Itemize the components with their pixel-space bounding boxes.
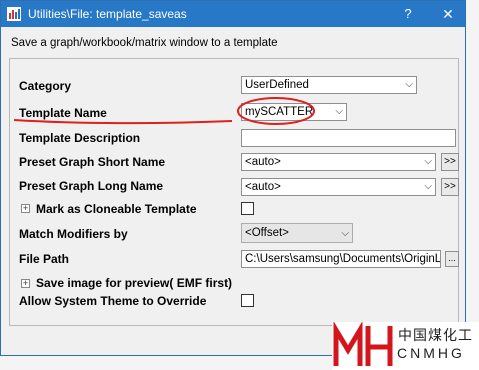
dialog-description: Save a graph/workbook/matrix window to a… [11,37,278,49]
window-title: Utilities\File: template_saveas [28,7,187,21]
cloneable-expand-icon[interactable]: + [21,204,30,213]
allow-theme-label: Allow System Theme to Override [19,294,207,308]
watermark-en-text: CNMHG [397,345,465,361]
browse-button[interactable]: ... [445,251,459,267]
file-path-label: File Path [19,252,70,266]
chevron-down-icon: ⌵ [405,79,413,90]
template-name-value: mySCATTER [245,106,314,118]
match-modifiers-select[interactable]: <Offset> ⌵ [241,223,353,243]
save-image-label: Save image for preview( EMF first) [36,276,233,290]
close-button[interactable]: ✕ [439,5,457,23]
preset-long-name-combo[interactable]: <auto> ⌵ [241,178,436,196]
chevron-down-icon: ⌵ [335,106,343,117]
chevron-down-icon: ⌵ [424,181,432,192]
dialog-window: Utilities\File: template_saveas ? ✕ Save… [0,0,466,356]
category-label: Category [19,79,72,93]
origin-app-icon [7,7,21,21]
allow-theme-checkbox[interactable] [241,294,254,307]
category-value: UserDefined [245,79,309,91]
file-path-input[interactable]: C:\Users\samsung\Documents\OriginLa [241,250,441,268]
preset-short-expand-button[interactable]: >> [441,153,459,171]
chevron-down-icon: ⌵ [424,156,432,167]
title-bar[interactable]: Utilities\File: template_saveas ? ✕ [1,1,465,27]
watermark-cn-text: 中国煤化工 [398,327,473,343]
save-image-expand-icon[interactable]: + [21,279,30,288]
match-modifiers-value: <Offset> [245,227,289,239]
match-modifiers-label: Match Modifiers by [19,227,128,241]
template-description-input[interactable] [241,129,456,147]
preset-short-name-label: Preset Graph Short Name [19,155,166,169]
preset-long-name-label: Preset Graph Long Name [19,179,164,193]
template-name-label: Template Name [19,106,107,120]
preset-short-name-value: <auto> [245,156,281,168]
chevron-down-icon: ⌵ [341,228,349,239]
cloneable-checkbox[interactable] [241,202,254,215]
category-select[interactable]: UserDefined ⌵ [241,76,417,94]
template-description-label: Template Description [19,131,141,145]
preset-long-expand-button[interactable]: >> [441,178,459,196]
help-button[interactable]: ? [399,5,417,23]
preset-long-name-value: <auto> [245,181,281,193]
preset-short-name-combo[interactable]: <auto> ⌵ [241,153,436,171]
cloneable-label: Mark as Cloneable Template [36,202,197,216]
template-name-combo[interactable]: mySCATTER ⌵ [241,103,347,121]
